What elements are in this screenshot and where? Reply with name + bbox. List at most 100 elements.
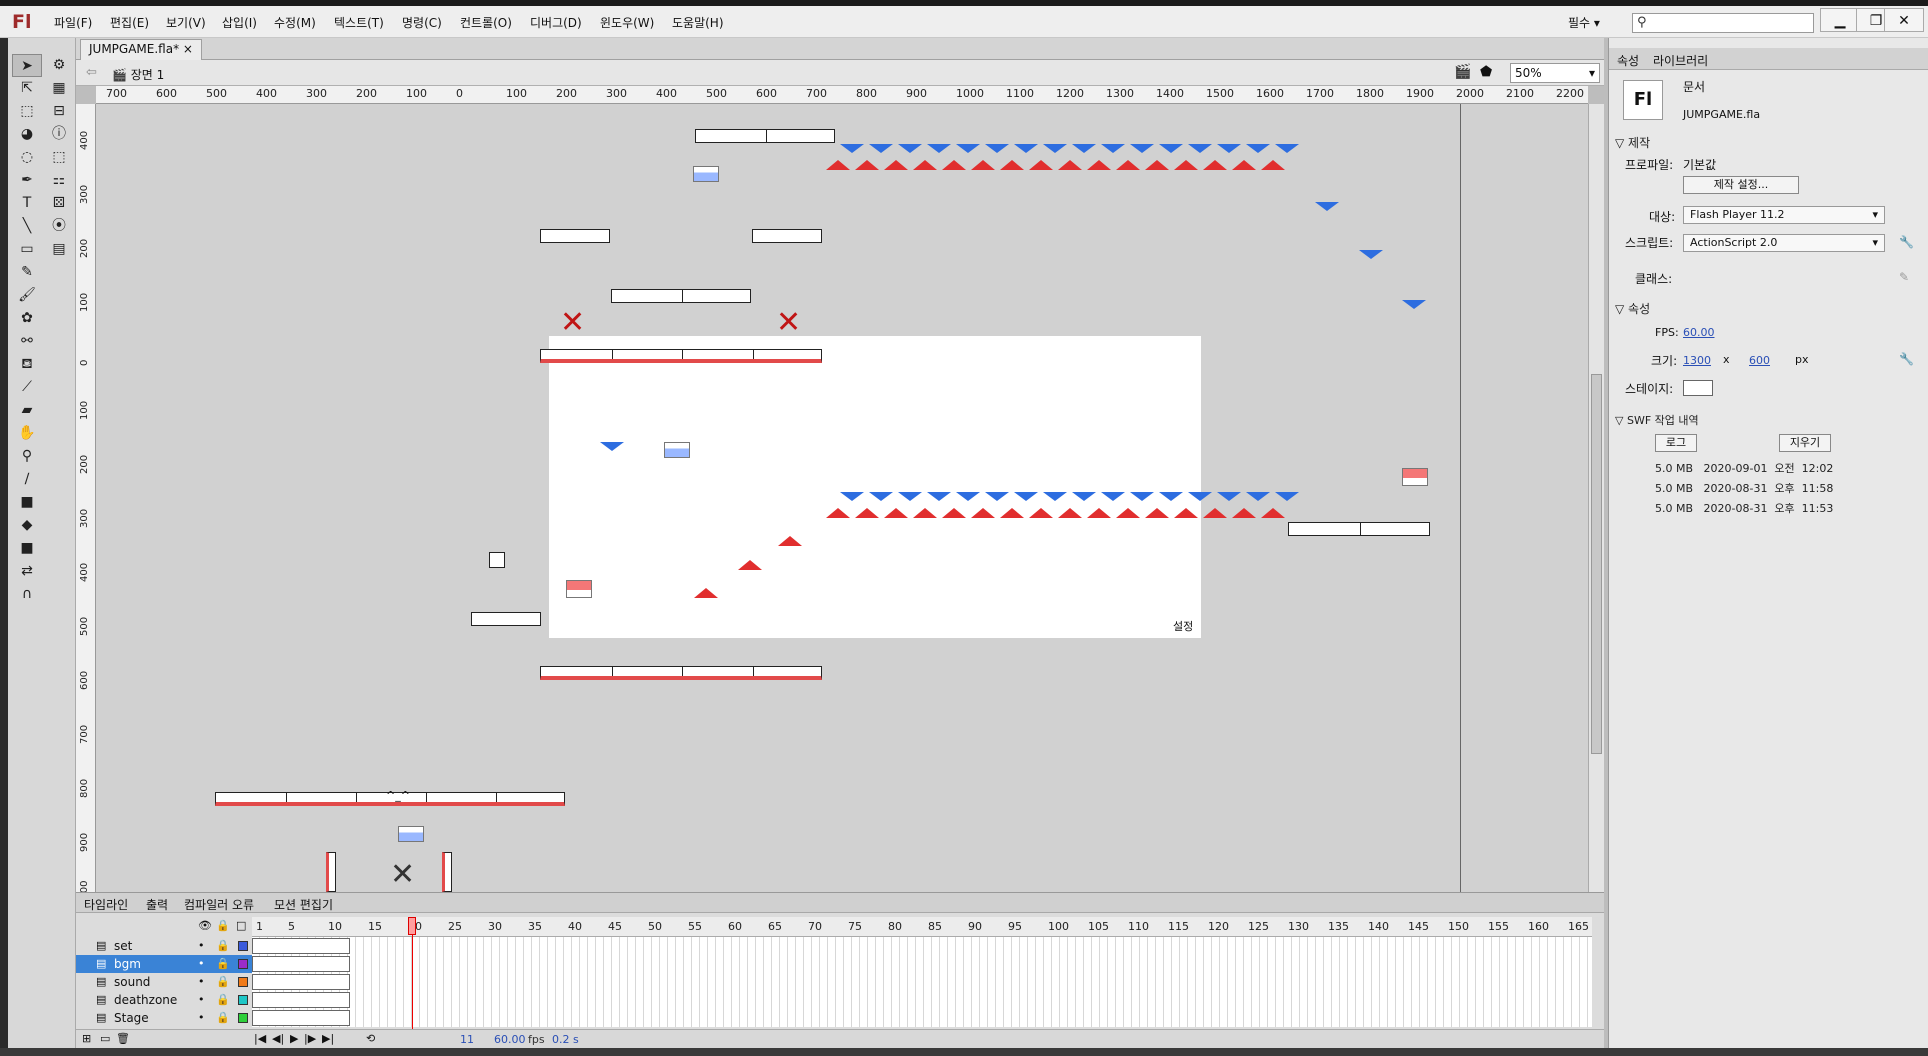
fill-swatch[interactable]: ■ — [12, 537, 42, 560]
deco-tool-icon[interactable]: ✿ — [12, 307, 42, 330]
prev-frame-icon[interactable]: ◀| — [272, 1032, 284, 1045]
red-spike[interactable] — [1145, 160, 1169, 170]
lock-icon[interactable]: 🔒 — [216, 993, 230, 1006]
red-spike[interactable] — [1087, 160, 1111, 170]
stroke-color-icon[interactable]: ∕ — [12, 468, 42, 491]
scene-name[interactable]: 🎬 장면 1 — [112, 66, 164, 83]
ice-block[interactable] — [398, 826, 424, 842]
edit-symbols-icon[interactable]: ⬟ — [1480, 64, 1492, 80]
workspace-preset[interactable]: 필수 ▾ — [1568, 14, 1600, 31]
lock-icon[interactable]: 🔒 — [216, 919, 230, 932]
eye-icon[interactable]: 👁 — [198, 919, 212, 932]
frame-rate[interactable]: 60.00 — [494, 1033, 526, 1046]
playhead[interactable] — [408, 917, 416, 1029]
vertical-scrollbar[interactable] — [1588, 104, 1604, 892]
ice-block[interactable] — [693, 166, 719, 182]
blue-spike[interactable] — [985, 492, 1009, 501]
frame-cells[interactable] — [252, 973, 1592, 991]
info-icon[interactable]: ⓘ — [44, 123, 74, 146]
visibility-dot[interactable]: • — [198, 957, 205, 970]
clear-button[interactable]: 지우기 — [1779, 434, 1831, 452]
red-spike[interactable] — [694, 588, 718, 598]
properties-section-header[interactable]: ▽ 속성 — [1615, 300, 1650, 317]
blue-spike[interactable] — [1072, 492, 1096, 501]
blue-spike[interactable] — [1402, 300, 1426, 309]
blue-spike[interactable] — [1101, 492, 1125, 501]
blue-spike[interactable] — [898, 492, 922, 501]
frame-cells[interactable] — [252, 991, 1592, 1009]
delete-layer-icon[interactable]: 🗑 — [116, 1032, 130, 1045]
layer-name[interactable]: bgm — [114, 957, 141, 971]
stroke-swatch[interactable]: ■ — [12, 491, 42, 514]
ice-block[interactable] — [664, 442, 690, 458]
menu-help[interactable]: 도움말(H) — [672, 14, 724, 31]
platform[interactable] — [471, 612, 541, 626]
red-spike[interactable] — [1232, 160, 1256, 170]
layer-name[interactable]: set — [114, 939, 132, 953]
menu-insert[interactable]: 삽입(I) — [222, 14, 257, 31]
blue-spike[interactable] — [927, 144, 951, 153]
text-tool-icon[interactable]: T — [12, 192, 42, 215]
red-spike[interactable] — [855, 508, 879, 518]
width-value[interactable]: 1300 — [1683, 354, 1711, 367]
red-spike[interactable] — [1116, 508, 1140, 518]
tab-properties[interactable]: 속성 — [1617, 52, 1639, 69]
transform-icon[interactable]: ⬚ — [44, 146, 74, 169]
pencil-icon[interactable]: ✎ — [1899, 270, 1909, 284]
blue-spike[interactable] — [600, 442, 624, 451]
swap-colors-icon[interactable]: ⇄ — [12, 560, 42, 583]
actions-icon[interactable]: ⚏ — [44, 169, 74, 192]
zoom-tool-icon[interactable]: ⚲ — [12, 445, 42, 468]
red-spike[interactable] — [971, 508, 995, 518]
visibility-dot[interactable]: • — [198, 975, 205, 988]
hand-tool-icon[interactable]: ✋ — [12, 422, 42, 445]
blue-spike[interactable] — [927, 492, 951, 501]
red-spike[interactable] — [884, 160, 908, 170]
red-spike[interactable] — [1029, 160, 1053, 170]
blue-spike[interactable] — [1014, 492, 1038, 501]
layer-color-swatch[interactable] — [238, 959, 248, 969]
menu-debug[interactable]: 디버그(D) — [530, 14, 582, 31]
play-icon[interactable]: ▶ — [290, 1032, 298, 1045]
menu-control[interactable]: 컨트롤(O) — [460, 14, 512, 31]
eraser-icon[interactable]: ▰ — [12, 399, 42, 422]
blue-spike[interactable] — [1130, 492, 1154, 501]
tab-library[interactable]: 라이브러리 — [1653, 52, 1708, 69]
blue-spike[interactable] — [1043, 492, 1067, 501]
layer-row[interactable]: ▤ deathzone • 🔒 — [76, 991, 1592, 1009]
wrench-icon[interactable]: 🔧 — [1899, 235, 1914, 249]
lock-icon[interactable]: 🔒 — [216, 939, 230, 952]
blue-spike[interactable] — [1043, 144, 1067, 153]
layer-color-swatch[interactable] — [238, 1013, 248, 1023]
pillar[interactable] — [326, 852, 336, 892]
blue-spike[interactable] — [1072, 144, 1096, 153]
brush-tool-icon[interactable]: 🖌 — [12, 284, 42, 307]
minimize-button[interactable]: ▁ — [1820, 8, 1860, 32]
document-tab[interactable]: JUMPGAME.fla* × — [80, 39, 202, 60]
red-spike[interactable] — [738, 560, 762, 570]
lock-icon[interactable]: 🔒 — [216, 957, 230, 970]
platform[interactable] — [752, 229, 822, 243]
layer-color-swatch[interactable] — [238, 995, 248, 1005]
red-spike[interactable] — [1058, 160, 1082, 170]
platform[interactable] — [1288, 522, 1430, 536]
3d-rotation-icon[interactable]: ◕ — [12, 123, 42, 146]
red-spike[interactable] — [1232, 508, 1256, 518]
wrench-icon[interactable]: 🔧 — [1899, 352, 1914, 366]
red-spike[interactable] — [1116, 160, 1140, 170]
blue-spike[interactable] — [985, 144, 1009, 153]
platform[interactable] — [540, 229, 610, 243]
frame-cells[interactable] — [252, 955, 1592, 973]
red-spike[interactable] — [855, 160, 879, 170]
swf-history-header[interactable]: ▽ SWF 작업 내역 — [1615, 412, 1699, 428]
gray-x-marker[interactable]: ✕ — [390, 860, 415, 890]
tab-timeline[interactable]: 타임라인 — [84, 896, 128, 913]
red-spike[interactable] — [1203, 160, 1227, 170]
tab-output[interactable]: 출력 — [146, 896, 168, 913]
keyframe-span[interactable] — [252, 1010, 350, 1026]
frame-cells[interactable] — [252, 937, 1592, 955]
layer-row[interactable]: ▤ bgm • 🔒 — [76, 955, 1592, 973]
blue-spike[interactable] — [840, 144, 864, 153]
layer-color-swatch[interactable] — [238, 941, 248, 951]
red-spike[interactable] — [942, 160, 966, 170]
